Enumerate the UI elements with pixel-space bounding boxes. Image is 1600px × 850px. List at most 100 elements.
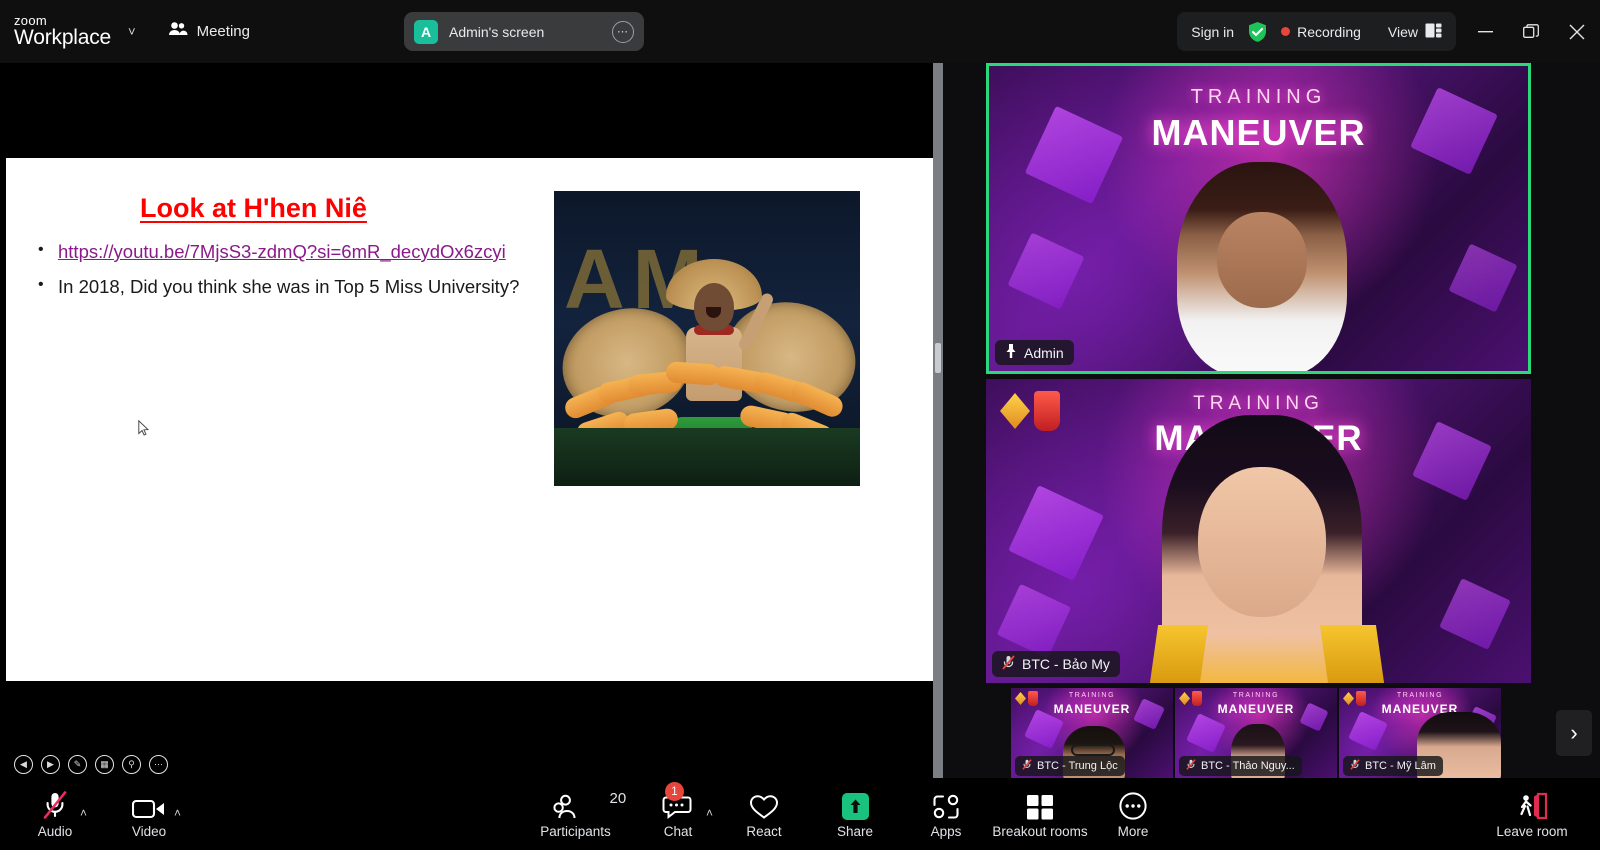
slide-image: AM (554, 191, 860, 486)
mic-muted-icon (41, 786, 69, 820)
mic-muted-icon (1022, 759, 1032, 773)
view-button[interactable]: View (1388, 23, 1442, 41)
meeting-tab-label: Meeting (197, 23, 250, 40)
chat-unread-badge: 1 (665, 782, 684, 801)
chat-caret-icon[interactable]: ˄ (706, 806, 713, 820)
shared-screen-stage: Look at H'hen Niê • https://youtu.be/7Mj… (0, 63, 935, 778)
meeting-toolbar: Audio ˄ Video ˄ 20 Participants (0, 778, 1600, 850)
next-icon[interactable]: ▶ (41, 755, 60, 774)
video-caret-icon[interactable]: ˄ (174, 806, 181, 820)
recording-dot-icon (1281, 27, 1290, 36)
more-label: More (1118, 824, 1149, 839)
audio-caret-icon[interactable]: ˄ (80, 806, 87, 820)
slide-bullet-list: • https://youtu.be/7MjsS3-zdmQ?si=6mR_de… (38, 238, 538, 308)
thumb-bg-title-big: MANEUVER (1175, 702, 1337, 716)
titlebar-right-cluster: Sign in Recording View (1177, 12, 1456, 51)
video-tile-bao-my[interactable]: TRAINING MANEUVER BTC - Bảo My (986, 379, 1531, 683)
thumbnail-my-lam[interactable]: TRAINING MANEUVER BTC - Mỹ Lâm (1339, 688, 1501, 778)
people-icon: 20 (553, 786, 599, 820)
slide-bullet-link[interactable]: https://youtu.be/7MjsS3-zdmQ?si=6mR_decy… (58, 238, 506, 266)
recording-indicator[interactable]: Recording (1281, 24, 1361, 40)
thumbnail-trung-loc[interactable]: TRAINING MANEUVER BTC - Trung Lộc (1011, 688, 1173, 778)
prev-icon[interactable]: ◀ (14, 755, 33, 774)
presenter-controls[interactable]: ◀ ▶ ✎ ▦ ⚲ ⋯ (14, 755, 168, 774)
meeting-tab[interactable]: Meeting (168, 21, 250, 42)
tile-name-label: BTC - Bảo My (1022, 656, 1110, 672)
panel-splitter[interactable] (933, 63, 943, 778)
bullet-dot-icon: • (38, 273, 58, 297)
people-icon (168, 21, 188, 42)
sign-in-button[interactable]: Sign in (1191, 24, 1234, 40)
mouse-cursor-icon (138, 420, 149, 436)
video-tile-admin[interactable]: TRAINING MANEUVER Admin (986, 63, 1531, 374)
grid-icon[interactable]: ▦ (95, 755, 114, 774)
shield-check-icon[interactable] (1247, 21, 1268, 43)
thumbnail-thao-nguyen[interactable]: TRAINING MANEUVER BTC - Thảo Nguy... (1175, 688, 1337, 778)
pin-icon (1005, 344, 1017, 361)
thumb-bg-title-small: TRAINING (1175, 692, 1337, 699)
apps-icon (932, 786, 960, 820)
tile-bg-title-small: TRAINING (989, 86, 1528, 109)
apps-label: Apps (931, 824, 962, 839)
tile-name-badge: Admin (995, 340, 1074, 365)
share-up-arrow-icon (842, 786, 869, 820)
chevron-right-icon[interactable]: › (1556, 710, 1592, 756)
ellipsis-circle-icon (1119, 786, 1147, 820)
chevron-down-icon[interactable]: ˅ (128, 24, 136, 39)
list-item: • https://youtu.be/7MjsS3-zdmQ?si=6mR_de… (38, 238, 538, 266)
chat-label: Chat (664, 824, 693, 839)
participants-count: 20 (610, 790, 627, 807)
brand-zoom: zoom (14, 14, 110, 27)
video-label: Video (132, 824, 166, 839)
shared-screen-label: Admin's screen (449, 24, 612, 40)
share-button[interactable]: Share (818, 786, 892, 839)
splitter-grip[interactable] (935, 343, 941, 373)
mic-muted-icon (1350, 759, 1360, 773)
apps-button[interactable]: Apps (909, 786, 983, 839)
thumbnail-name-badge: BTC - Mỹ Lâm (1343, 756, 1443, 776)
more-icon[interactable]: ⋯ (149, 755, 168, 774)
tile-bg-title-big: MANEUVER (989, 112, 1528, 154)
tile-name-label: Admin (1024, 345, 1064, 361)
more-button[interactable]: More (1096, 786, 1170, 839)
react-label: React (746, 824, 781, 839)
ellipsis-icon[interactable]: ⋯ (612, 21, 634, 43)
restore-icon[interactable] (1508, 12, 1554, 51)
zoom-icon[interactable]: ⚲ (122, 755, 141, 774)
recording-label: Recording (1297, 24, 1361, 40)
audio-label: Audio (38, 824, 73, 839)
thumbnail-name-label: BTC - Mỹ Lâm (1365, 760, 1436, 772)
participants-button[interactable]: 20 Participants (528, 786, 623, 839)
participants-label: Participants (540, 824, 611, 839)
audio-button[interactable]: Audio ˄ (18, 786, 92, 839)
leave-door-icon (1515, 786, 1549, 820)
thumb-bg-title-big: MANEUVER (1011, 702, 1173, 716)
pen-icon[interactable]: ✎ (68, 755, 87, 774)
thumbnail-name-badge: BTC - Trung Lộc (1015, 756, 1125, 776)
leave-room-label: Leave room (1496, 824, 1567, 839)
window-controls (1462, 12, 1600, 51)
react-button[interactable]: React (727, 786, 801, 839)
list-item: • In 2018, Did you think she was in Top … (38, 273, 538, 301)
thumb-bg-title-small: TRAINING (1339, 692, 1501, 699)
thumb-bg-title-small: TRAINING (1011, 692, 1173, 699)
layout-icon (1425, 23, 1442, 41)
close-icon[interactable] (1554, 12, 1600, 51)
breakout-rooms-label: Breakout rooms (992, 824, 1087, 839)
heart-icon (749, 786, 779, 820)
thumbnail-name-label: BTC - Trung Lộc (1037, 760, 1118, 772)
minimize-icon[interactable] (1462, 12, 1508, 51)
video-button[interactable]: Video ˄ (112, 786, 186, 839)
slide-bullet-text: In 2018, Did you think she was in Top 5 … (58, 273, 519, 301)
thumbnail-name-badge: BTC - Thảo Nguy... (1179, 756, 1302, 776)
slide-title-text: Look at H'hen Niê (140, 193, 367, 223)
chat-button[interactable]: 1 Chat ˄ (641, 786, 715, 839)
leave-room-button[interactable]: Leave room (1480, 786, 1584, 839)
share-label: Share (837, 824, 873, 839)
brand-workplace: Workplace (14, 27, 110, 48)
avatar: A (414, 20, 438, 44)
video-panel: TRAINING MANEUVER Admin TRAINING MANEUVE… (943, 63, 1600, 778)
breakout-rooms-button[interactable]: Breakout rooms (980, 786, 1100, 839)
title-bar: zoom Workplace ˅ Meeting A Admin's scree… (0, 0, 1600, 63)
shared-screen-pill[interactable]: A Admin's screen ⋯ (404, 12, 644, 51)
